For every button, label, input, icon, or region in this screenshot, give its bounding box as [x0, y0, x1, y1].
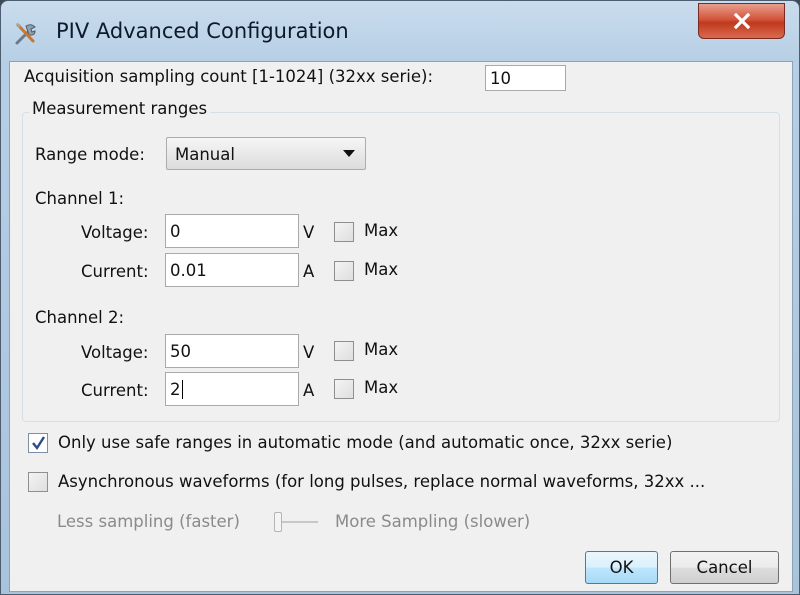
range-mode-label: Range mode: [35, 145, 145, 164]
async-waveforms-checkbox[interactable] [28, 472, 48, 492]
channel-2-voltage-max-checkbox[interactable] [334, 341, 354, 361]
channel-2-voltage-input[interactable]: 50 [165, 334, 299, 368]
channel-1-current-max-checkbox[interactable] [334, 261, 354, 281]
channel-1-voltage-input[interactable]: 0 [165, 214, 299, 248]
channel-2-label: Channel 2: [35, 308, 125, 327]
dialog-content: Acquisition sampling count [1-1024] (32x… [9, 61, 793, 592]
range-mode-select[interactable]: Manual [166, 137, 366, 170]
chevron-down-icon [343, 150, 355, 157]
close-button[interactable] [698, 3, 785, 39]
channel-2-current-label: Current: [81, 381, 149, 400]
measurement-ranges-title: Measurement ranges [29, 99, 211, 119]
acquisition-label: Acquisition sampling count [1-1024] (32x… [24, 67, 434, 86]
async-waveforms-label: Asynchronous waveforms (for long pulses,… [58, 472, 706, 491]
channel-2-current-max-label: Max [364, 378, 399, 397]
channel-1-current-input[interactable]: 0.01 [165, 253, 299, 287]
channel-2-current-input[interactable]: 2 [165, 372, 299, 406]
channel-2-current-value: 2 [170, 380, 181, 399]
sampling-slider-thumb[interactable] [274, 512, 282, 532]
channel-1-current-max-label: Max [364, 260, 399, 279]
less-sampling-label: Less sampling (faster) [57, 512, 240, 531]
channel-1-voltage-unit: V [303, 223, 315, 242]
dialog-window: PIV Advanced Configuration Acquisition s… [0, 0, 800, 595]
range-mode-value: Manual [175, 145, 235, 164]
window-title: PIV Advanced Configuration [56, 19, 349, 43]
channel-1-current-unit: A [303, 262, 315, 281]
channel-2-current-unit: A [303, 381, 315, 400]
safe-ranges-label: Only use safe ranges in automatic mode (… [58, 433, 673, 452]
channel-1-voltage-max-label: Max [364, 221, 399, 240]
channel-2-voltage-max-label: Max [364, 340, 399, 359]
channel-2-current-max-checkbox[interactable] [334, 379, 354, 399]
channel-1-label: Channel 1: [35, 189, 125, 208]
channel-2-voltage-label: Voltage: [81, 343, 149, 362]
title-bar[interactable]: PIV Advanced Configuration [1, 1, 799, 61]
cancel-button[interactable]: Cancel [670, 551, 779, 584]
channel-1-voltage-max-checkbox[interactable] [334, 222, 354, 242]
ok-button[interactable]: OK [585, 551, 658, 584]
tools-icon [15, 23, 36, 45]
more-sampling-label: More Sampling (slower) [335, 512, 531, 531]
checkmark-icon [32, 436, 46, 451]
acquisition-count-input[interactable]: 10 [485, 65, 566, 91]
channel-2-voltage-unit: V [303, 343, 315, 362]
channel-1-current-label: Current: [81, 262, 149, 281]
safe-ranges-checkbox[interactable] [28, 433, 48, 453]
sampling-slider-track [282, 521, 318, 523]
close-icon [733, 13, 750, 29]
text-caret [181, 380, 183, 399]
channel-1-voltage-label: Voltage: [81, 223, 149, 242]
